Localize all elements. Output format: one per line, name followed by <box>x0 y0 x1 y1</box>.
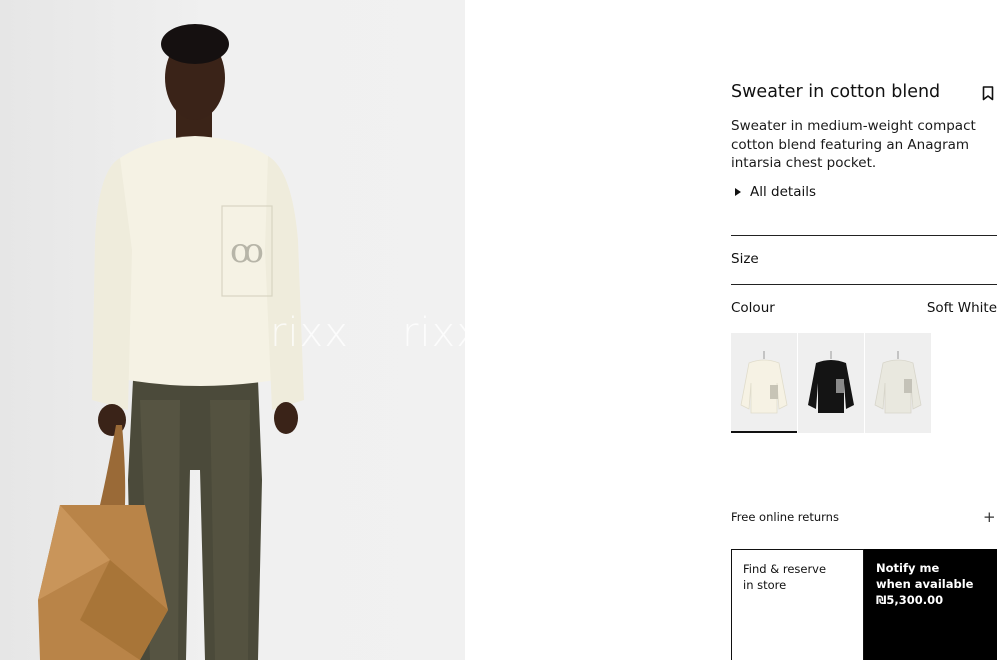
bookmark-icon[interactable] <box>982 86 994 101</box>
find-store-label: Find & reserve in store <box>743 562 827 592</box>
watermark: rixx <box>270 310 349 356</box>
svg-text:ꝏ: ꝏ <box>230 231 264 271</box>
colour-swatches <box>731 333 932 433</box>
notify-me-button[interactable]: Notify me when available ₪5,300.00 <box>864 549 997 660</box>
swatch-thumbnail <box>740 351 788 414</box>
product-title: Sweater in cotton blend <box>731 82 941 102</box>
swatch-light-grey[interactable] <box>865 333 931 433</box>
find-reserve-in-store-button[interactable]: Find & reserve in store <box>731 549 864 660</box>
swatch-thumbnail <box>808 351 854 413</box>
swatch-thumbnail <box>874 351 922 414</box>
divider <box>731 284 997 285</box>
colour-label: Colour <box>731 300 775 316</box>
notify-label: Notify me when available <box>876 561 974 591</box>
divider <box>731 235 997 236</box>
model-photo: ꝏ <box>38 24 304 660</box>
size-selector[interactable]: Size <box>731 251 759 267</box>
swatch-black[interactable] <box>798 333 864 433</box>
all-details-toggle[interactable]: All details <box>735 184 816 200</box>
free-returns-toggle[interactable]: Free online returns <box>731 510 839 524</box>
all-details-label: All details <box>750 184 817 200</box>
watermark: rixx <box>402 310 465 356</box>
product-description: Sweater in medium-weight compact cotton … <box>731 118 976 171</box>
colour-value: Soft White <box>926 300 997 316</box>
swatch-soft-white[interactable] <box>731 333 797 433</box>
product-image[interactable]: ꝏ rixx rixx <box>0 0 465 660</box>
plus-icon[interactable]: + <box>983 508 996 526</box>
product-price: ₪5,300.00 <box>876 593 944 607</box>
triangle-right-icon <box>735 188 741 196</box>
